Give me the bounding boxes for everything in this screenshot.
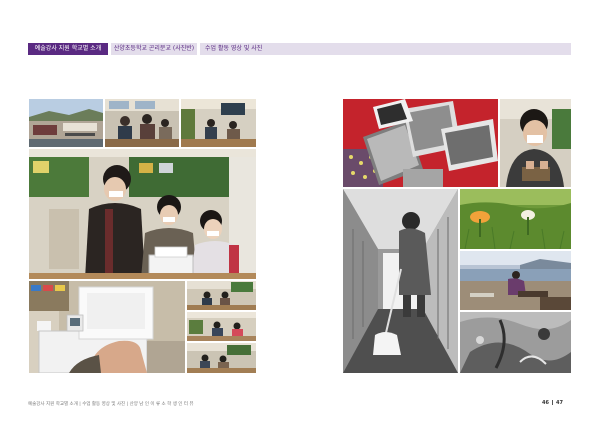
- footer-caption: 예술강사 지원 학교별 소개 | 수업 활동 영상 및 사진 | 산양 남 인 …: [28, 402, 194, 407]
- photo-hallway-mopping: [343, 189, 458, 373]
- page-number-divider: [551, 400, 553, 405]
- photo-student-with-mask: [500, 99, 571, 187]
- page-numbers: 46 47: [542, 400, 563, 406]
- section-description: 수업 활동 영상 및 사진: [200, 43, 571, 55]
- photo-classroom-desk: [181, 99, 256, 147]
- magazine-spread: 예술강사 지원 학교별 소개 산양초등학교 곤리분교 (사진반) 수업 활동 영…: [0, 0, 600, 424]
- school-name-label: 산양초등학교 곤리분교 (사진반): [111, 43, 197, 55]
- page-number-left: 46: [542, 400, 549, 406]
- photo-school-rooftop: [29, 99, 103, 147]
- photo-class-group-2: [187, 312, 256, 341]
- photo-class-group-1: [187, 281, 256, 310]
- photo-students-printer: [29, 149, 256, 279]
- photo-class-group-3: [187, 343, 256, 373]
- photo-seaside-pier: [460, 251, 571, 310]
- photo-classroom-group: [105, 99, 179, 147]
- photo-prints-on-red-table: [343, 99, 498, 187]
- photo-flowers-grass: [460, 189, 571, 249]
- photo-printer-closeup: [29, 281, 185, 373]
- page-number-right: 47: [555, 400, 563, 406]
- photo-bw-art-abstract: [460, 312, 571, 373]
- section-tag: 예술강사 지원 학교별 소개: [28, 43, 108, 55]
